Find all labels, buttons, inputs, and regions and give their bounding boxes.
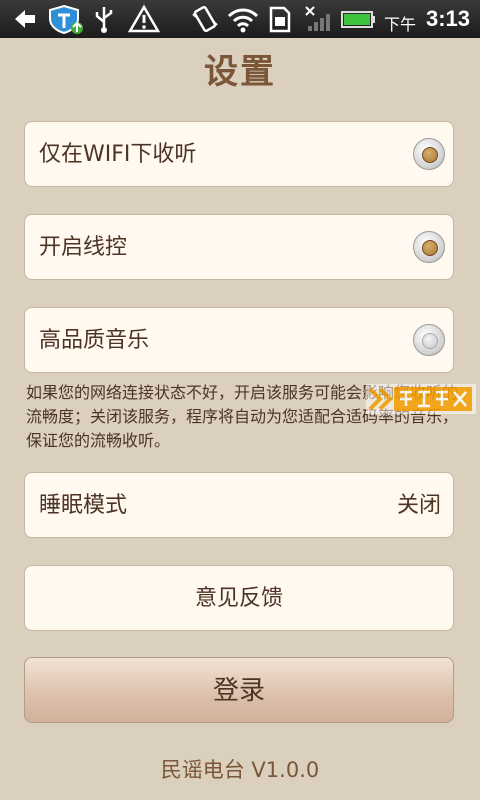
- remote-control-setting[interactable]: 开启线控: [24, 214, 454, 280]
- status-bar: 下午 3:13: [0, 0, 480, 38]
- radio-dot-icon: [422, 333, 438, 349]
- sim-icon: [269, 6, 291, 33]
- sleep-mode-label: 睡眠模式: [39, 493, 128, 518]
- wifi-only-setting[interactable]: 仅在WIFI下收听: [24, 121, 454, 187]
- feedback-button[interactable]: 意见反馈: [24, 565, 454, 631]
- wifi-only-label: 仅在WIFI下收听: [39, 142, 197, 167]
- app-version: 民谣电台 V1.0.0: [160, 758, 320, 782]
- feedback-label: 意见反馈: [194, 586, 283, 611]
- remote-control-label: 开启线控: [39, 235, 128, 260]
- wifi-only-radio[interactable]: [413, 138, 445, 170]
- sleep-mode-value: 关闭: [396, 493, 441, 518]
- wifi-icon: [227, 8, 259, 33]
- warning-icon: [128, 4, 160, 33]
- watermark-logo: [366, 384, 476, 414]
- high-quality-radio[interactable]: [413, 324, 445, 356]
- remote-control-radio[interactable]: [413, 231, 445, 263]
- high-quality-setting[interactable]: 高品质音乐: [24, 307, 454, 373]
- high-quality-label: 高品质音乐: [39, 328, 150, 353]
- usb-icon: [95, 7, 113, 33]
- status-ampm: 下午: [383, 15, 416, 34]
- battery-icon: [341, 11, 375, 28]
- login-button[interactable]: 登录: [24, 657, 454, 723]
- login-label: 登录: [212, 676, 265, 706]
- vibrate-icon: [192, 5, 218, 33]
- radio-dot-icon: [422, 240, 438, 256]
- shield-icon: [49, 4, 83, 34]
- signal-icon: [305, 6, 330, 31]
- status-time: 3:13: [425, 6, 470, 31]
- page-title: 设置: [204, 52, 276, 92]
- sleep-mode-setting[interactable]: 睡眠模式 关闭: [24, 472, 454, 538]
- back-icon: [15, 10, 35, 28]
- radio-dot-icon: [422, 147, 438, 163]
